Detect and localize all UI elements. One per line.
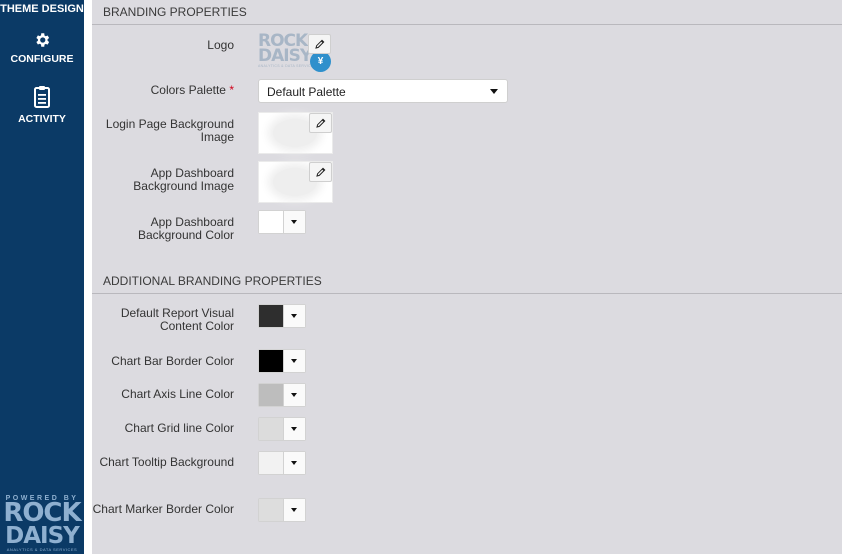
dash-color-picker[interactable] <box>258 210 306 234</box>
palette-select-value: Default Palette <box>267 85 346 99</box>
color-swatch <box>259 305 283 327</box>
sidebar-item-configure[interactable]: CONFIGURE <box>0 31 84 65</box>
color-swatch <box>259 211 283 233</box>
logo-badge: ¥ <box>310 51 331 72</box>
color-swatch <box>259 384 283 406</box>
color-picker[interactable] <box>258 383 306 407</box>
gear-icon <box>36 33 50 47</box>
caret-down-icon[interactable] <box>283 211 305 233</box>
row-label: Chart Marker Border Color <box>92 502 234 516</box>
color-swatch <box>259 350 283 372</box>
color-swatch <box>259 418 283 440</box>
sidebar-title: THEME DESIGN <box>0 3 84 15</box>
required-marker: * <box>229 83 234 97</box>
powered-by-daisy: DAISY <box>5 523 80 549</box>
powered-by-logo: POWERED BY ROCK DAISY ANALYTICS & DATA S… <box>0 495 84 552</box>
section-heading-branding: BRANDING PROPERTIES <box>92 0 842 25</box>
sidebar-item-activity[interactable]: ACTIVITY <box>0 85 84 125</box>
caret-down-icon[interactable] <box>283 305 305 327</box>
logo-preview: ROCK DAISY ANALYTICS & DATA SERVICES ¥ <box>258 33 333 72</box>
sidebar: THEME DESIGN CONFIGURE ACTIVITY POWERED … <box>0 0 84 554</box>
row-label: Chart Grid line Color <box>124 421 234 435</box>
row-label: Chart Tooltip Background <box>99 455 234 469</box>
powered-by-tagline: ANALYTICS & DATA SERVICES <box>6 547 78 552</box>
caret-down-icon[interactable] <box>283 350 305 372</box>
dash-bg-thumbnail <box>258 161 333 203</box>
logo-label: Logo <box>207 38 234 52</box>
color-swatch <box>259 452 283 474</box>
color-swatch <box>259 499 283 521</box>
caret-down-icon <box>490 89 498 94</box>
dash-color-label: App Dashboard Background Color <box>137 215 234 242</box>
main-panel: BRANDING PROPERTIES Logo ROCK DAISY ANAL… <box>92 0 842 554</box>
dash-bg-label: App Dashboard Background Image <box>133 166 234 193</box>
row-label: Chart Axis Line Color <box>121 387 234 401</box>
dash-bg-edit-button[interactable] <box>309 162 332 182</box>
sidebar-item-label: CONFIGURE <box>10 53 74 65</box>
pencil-icon <box>314 39 324 49</box>
caret-down-icon[interactable] <box>283 418 305 440</box>
color-picker[interactable] <box>258 417 306 441</box>
section-heading-additional: ADDITIONAL BRANDING PROPERTIES <box>92 269 842 294</box>
color-picker[interactable] <box>258 498 306 522</box>
login-bg-label: Login Page Background Image <box>105 117 234 144</box>
pencil-icon <box>315 167 325 177</box>
row-label: Chart Bar Border Color <box>111 354 234 368</box>
powered-by-rock: ROCK <box>3 498 81 528</box>
palette-label: Colors Palette * <box>84 84 234 97</box>
row-label: Default Report Visual Content Color <box>120 306 234 333</box>
sidebar-item-label: ACTIVITY <box>18 113 66 125</box>
caret-down-icon[interactable] <box>283 452 305 474</box>
logo-edit-button[interactable] <box>308 34 331 54</box>
palette-select[interactable]: Default Palette <box>258 79 508 103</box>
login-bg-thumbnail <box>258 112 333 154</box>
color-picker[interactable] <box>258 304 306 328</box>
color-picker[interactable] <box>258 451 306 475</box>
login-bg-edit-button[interactable] <box>309 113 332 133</box>
caret-down-icon[interactable] <box>283 384 305 406</box>
palette-label-text: Colors Palette <box>150 83 226 97</box>
caret-down-icon[interactable] <box>283 499 305 521</box>
color-picker[interactable] <box>258 349 306 373</box>
clipboard-icon <box>34 86 50 108</box>
pencil-icon <box>315 118 325 128</box>
